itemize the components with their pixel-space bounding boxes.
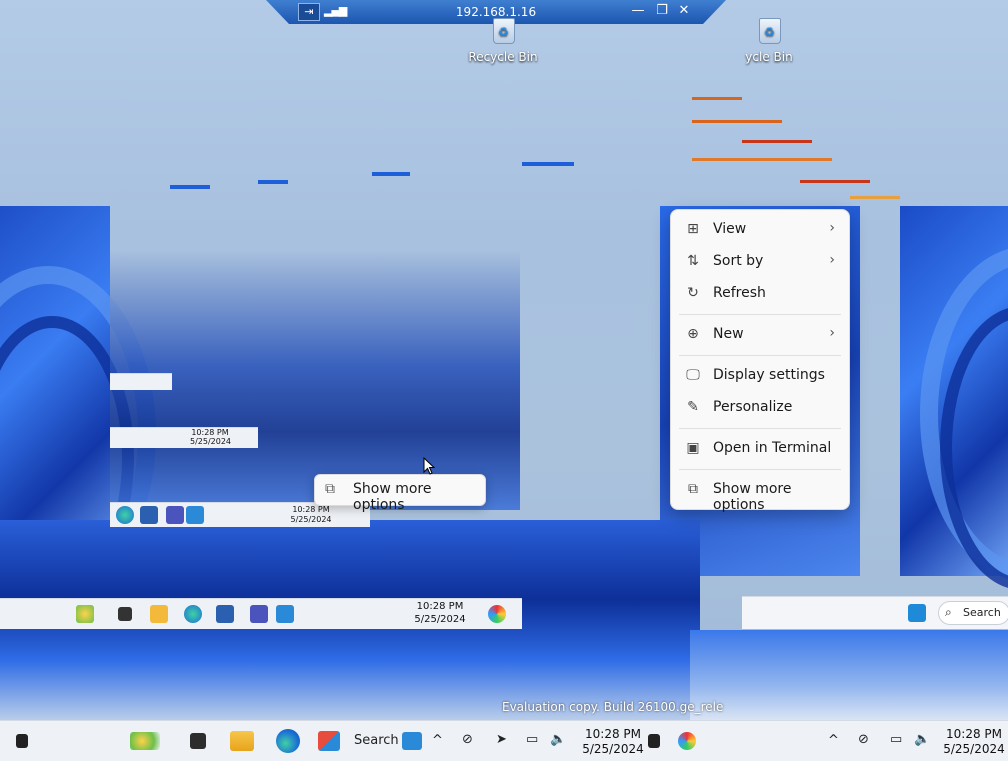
show-hidden-icons-chevron[interactable]: ^ [432, 733, 443, 748]
app-icon[interactable] [276, 605, 294, 623]
taskbar-fragment-small: 10:28 PM 5/25/2024 [110, 427, 258, 448]
menu-item-display-settings[interactable]: 🖵 Display settings [677, 360, 843, 390]
notification-icon[interactable] [16, 734, 28, 748]
display-icon: 🖵 [686, 367, 700, 383]
wallpaper-wave-right-lower [690, 630, 1008, 720]
file-explorer-icon[interactable] [150, 605, 168, 623]
taskbar-search-button[interactable]: Search [354, 733, 399, 748]
taskbar-clock: 10:28 PM 5/25/2024 [290, 505, 332, 524]
chevron-right-icon: › [829, 220, 835, 236]
ghost-show-more-options[interactable]: ⧉ Show more options [314, 474, 486, 513]
recycle-bin-label: Recycle Bin [468, 50, 538, 64]
search-icon: ⌕ [945, 605, 952, 619]
pen-icon: ✎ [687, 399, 699, 415]
colorful-app-icon[interactable] [488, 605, 506, 623]
edge-icon[interactable] [116, 506, 134, 524]
mouse-cursor-icon [423, 457, 435, 475]
app-icon[interactable] [186, 506, 204, 524]
recycle-bin-icon: ♻ [754, 14, 784, 44]
menu-item-label: New [713, 326, 744, 342]
location-icon[interactable]: ➤ [496, 732, 507, 747]
evaluation-watermark: Evaluation copy. Build 26100.ge_rele [502, 700, 724, 714]
menu-item-view[interactable]: ⊞ View › [677, 214, 843, 244]
menu-item-label: Sort by [713, 253, 764, 269]
menu-separator [679, 355, 841, 356]
menu-item-label: Open in Terminal [713, 440, 832, 456]
main-taskbar: Search ^ ⊘ ➤ ▭ 🔈 10:28 PM 5/25/2024 ^ ⊘ ▭… [0, 720, 1008, 761]
taskbar-clock[interactable]: 10:28 PM 5/25/2024 [940, 727, 1008, 757]
menu-separator [679, 428, 841, 429]
sort-icon: ⇅ [687, 253, 699, 269]
taskbar-clock: 10:28 PM 5/25/2024 [190, 428, 232, 446]
app-icon[interactable] [402, 732, 422, 750]
task-view-icon[interactable] [190, 733, 206, 749]
plus-circle-icon: ⊕ [687, 326, 699, 342]
edge-icon[interactable] [276, 729, 300, 753]
widgets-icon[interactable] [76, 605, 94, 623]
menu-separator [679, 469, 841, 470]
menu-separator [679, 314, 841, 315]
recycle-bin-icon: ♻ [488, 14, 518, 44]
taskbar-fragment-small-upper [110, 373, 172, 390]
display-tray-icon[interactable]: ▭ [890, 732, 902, 747]
recycle-bin-shortcut[interactable]: ♻ Recycle Bin [458, 14, 548, 64]
widgets-icon[interactable] [130, 732, 160, 750]
volume-icon[interactable]: 🔈 [550, 732, 566, 747]
store-icon[interactable] [318, 731, 340, 751]
recycle-bin-label: ycle Bin [745, 50, 793, 64]
menu-item-label: View [713, 221, 747, 237]
notification-icon[interactable] [648, 734, 660, 748]
desktop-context-menu: ⊞ View › ⇅ Sort by › ↻ Refresh ⊕ New › 🖵… [670, 209, 850, 513]
wallpaper-fragment-right [900, 206, 1008, 590]
refresh-icon: ↻ [687, 285, 699, 301]
teams-icon[interactable] [166, 506, 184, 524]
taskbar-fragment-right: ⌕ Search [742, 596, 1008, 629]
teams-icon[interactable] [250, 605, 268, 623]
menu-item-label: Show more options [713, 481, 792, 513]
menu-item-label: Personalize [713, 399, 793, 415]
display-tray-icon[interactable]: ▭ [526, 732, 538, 747]
network-off-icon[interactable]: ⊘ [858, 732, 869, 747]
chevron-right-icon: › [829, 252, 835, 268]
search-label: Search [354, 733, 399, 748]
minimize-button[interactable]: — [630, 3, 646, 18]
colorful-app-icon[interactable] [678, 732, 696, 750]
store-icon[interactable] [140, 506, 158, 524]
grid-icon: ⊞ [687, 221, 699, 237]
ghost-menu-label: Show more options [353, 481, 432, 513]
volume-icon[interactable]: 🔈 [914, 732, 930, 747]
show-hidden-icons-chevron[interactable]: ^ [828, 733, 839, 748]
file-explorer-icon[interactable] [230, 731, 254, 751]
menu-item-show-more-options[interactable]: ⧉ Show more options [677, 474, 843, 513]
menu-item-sort-by[interactable]: ⇅ Sort by › [677, 246, 843, 276]
edge-icon[interactable] [184, 605, 202, 623]
menu-item-new[interactable]: ⊕ New › [677, 319, 843, 349]
expand-icon: ⧉ [688, 481, 698, 497]
menu-item-refresh[interactable]: ↻ Refresh [677, 278, 843, 308]
menu-item-open-in-terminal[interactable]: ▣ Open in Terminal [677, 433, 843, 463]
taskbar-fragment-row: 10:28 PM 5/25/2024 [0, 598, 522, 629]
terminal-icon: ▣ [686, 440, 700, 456]
menu-item-label: Display settings [713, 367, 825, 383]
taskbar-clock: 10:28 PM 5/25/2024 [414, 601, 466, 625]
search-label: Search [963, 606, 1001, 619]
recycle-bin-shortcut-echo[interactable]: ♻ ycle Bin [724, 14, 814, 64]
taskbar-search-box[interactable]: ⌕ Search [938, 601, 1008, 625]
store-icon[interactable] [216, 605, 234, 623]
menu-item-label: Refresh [713, 285, 766, 301]
task-view-icon[interactable] [118, 607, 132, 621]
chevron-right-icon: › [829, 325, 835, 341]
restore-button[interactable]: ❐ [654, 3, 670, 18]
expand-icon: ⧉ [325, 481, 335, 497]
taskbar-clock[interactable]: 10:28 PM 5/25/2024 [578, 727, 648, 757]
menu-item-personalize[interactable]: ✎ Personalize [677, 392, 843, 422]
close-button[interactable]: ✕ [676, 3, 692, 18]
start-icon[interactable] [908, 604, 926, 622]
network-off-icon[interactable]: ⊘ [462, 732, 473, 747]
